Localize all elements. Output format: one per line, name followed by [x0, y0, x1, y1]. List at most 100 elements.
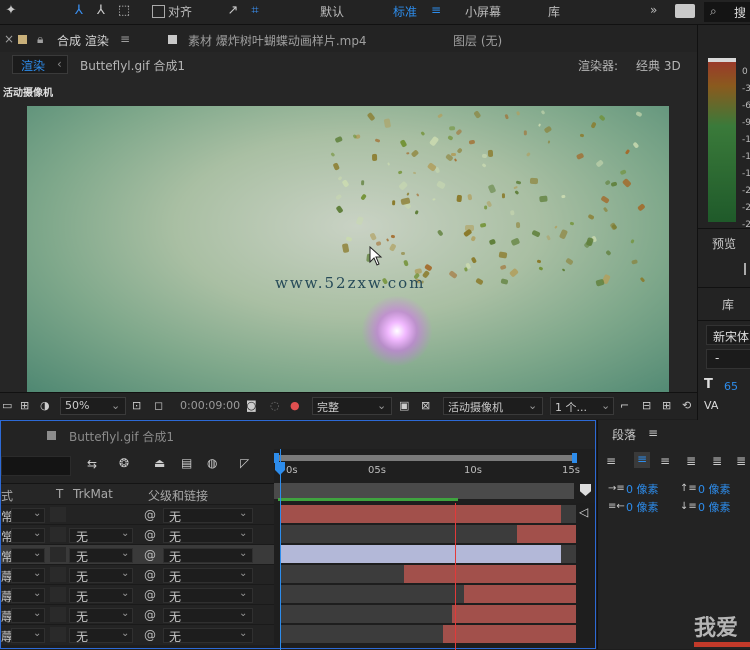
breadcrumb-active[interactable]: 渲染 ‹ — [12, 55, 68, 74]
preserve-transparency-toggle[interactable] — [50, 547, 66, 562]
monitor-icon[interactable]: ▭ — [2, 399, 12, 412]
comp-mini-flowchart-icon[interactable]: ⇆ — [87, 457, 97, 471]
panel-menu-icon[interactable]: ≡ — [648, 426, 658, 440]
layer-duration-bar[interactable] — [451, 605, 576, 623]
preserve-transparency-toggle[interactable] — [50, 587, 66, 602]
zoom-dropdown[interactable]: 50% ⌄ — [60, 397, 126, 415]
col-mode-header[interactable]: 式 — [1, 487, 13, 504]
indent-right-value[interactable]: 0 像素 — [626, 499, 659, 515]
reset-exposure-icon[interactable]: ⟲ — [682, 399, 691, 412]
preserve-transparency-toggle[interactable] — [50, 607, 66, 622]
graph-editor-icon[interactable]: ◸ — [240, 456, 249, 470]
roi-icon[interactable]: ▣ — [399, 399, 409, 412]
pickwhip-icon[interactable]: @ — [144, 508, 156, 522]
fast-previews-icon[interactable]: ⌐ — [620, 399, 629, 412]
renderer-value[interactable]: 经典 3D — [636, 57, 681, 74]
col-parent-header[interactable]: 父级和链接 — [148, 487, 208, 504]
more-workspaces-icon[interactable]: » — [650, 3, 657, 17]
pin-tool-icon[interactable]: ↗ — [224, 2, 242, 20]
pickwhip-icon[interactable]: @ — [144, 568, 156, 582]
layer-duration-bar[interactable] — [463, 585, 576, 603]
crop-icon[interactable]: ◻ — [154, 399, 163, 412]
views-dropdown[interactable]: 1 个... ⌄ — [550, 397, 614, 415]
layer-duration-bar[interactable] — [280, 545, 562, 563]
search-field[interactable]: ⌕ 搜 — [704, 2, 750, 22]
work-area-track[interactable] — [274, 483, 574, 499]
play-control-icon[interactable] — [744, 263, 746, 275]
composition-viewer[interactable]: 活动摄像机 www.52zxw.com — [0, 76, 697, 392]
justify-center-icon[interactable]: ≣ — [712, 454, 722, 468]
tab-timeline-comp[interactable]: Butteflyl.gif 合成1 — [69, 428, 174, 445]
resolution-dropdown[interactable]: 完整 ⌄ — [312, 397, 392, 415]
work-area-end-handle[interactable] — [572, 453, 577, 463]
pickwhip-icon[interactable]: @ — [144, 588, 156, 602]
preserve-transparency-toggle[interactable] — [50, 527, 66, 542]
workspace-small-screen[interactable]: 小屏幕 — [465, 3, 501, 20]
space-before-value[interactable]: 0 像素 — [698, 481, 731, 497]
motion-blur-icon[interactable]: ◍ — [207, 456, 217, 470]
layer-row[interactable]: 常 ⌄ 无 ⌄ @ 无 ⌄ — [1, 544, 274, 565]
justify-right-icon[interactable]: ≣ — [736, 454, 746, 468]
layer-row[interactable]: 蓐 ⌄ 无 ⌄ @ 无 ⌄ — [1, 584, 274, 605]
layer-row[interactable]: 蓐 ⌄ 无 ⌄ @ 无 ⌄ — [1, 624, 274, 645]
safe-area-icon[interactable]: ⊡ — [132, 399, 141, 412]
flowchart-icon[interactable]: ⊞ — [662, 399, 671, 412]
comp-marker-icon[interactable] — [580, 484, 591, 496]
keyframe-nav-icon[interactable]: ◁ — [579, 505, 593, 519]
region-icon[interactable]: ⊞ — [20, 399, 29, 412]
align-checkbox[interactable] — [152, 5, 165, 18]
pickwhip-icon[interactable]: @ — [144, 548, 156, 562]
layer-row[interactable]: 常 ⌄ @ 无 ⌄ — [1, 504, 274, 525]
channel-icon[interactable]: ● — [290, 399, 300, 412]
layer-duration-bar[interactable] — [404, 565, 576, 583]
current-time[interactable]: 0:00:09:00 — [180, 399, 240, 412]
workspace-menu-icon[interactable]: ≡ — [431, 3, 441, 17]
preserve-transparency-toggle[interactable] — [50, 507, 66, 522]
col-trkmat-header[interactable]: TrkMat — [73, 487, 113, 501]
justify-left-icon[interactable]: ≣ — [686, 454, 696, 468]
panel-menu-icon[interactable]: ≡ — [120, 32, 130, 46]
col-t-header[interactable]: T — [56, 487, 63, 501]
shy-layers-icon[interactable]: ⏏ — [154, 456, 165, 470]
composition-frame[interactable]: www.52zxw.com — [27, 106, 669, 392]
layer-duration-bar[interactable] — [516, 525, 576, 543]
snapshot-icon[interactable]: ◙ — [246, 399, 257, 412]
pickwhip-icon[interactable]: @ — [144, 608, 156, 622]
breadcrumb-other[interactable]: Butteflyl.gif 合成1 — [80, 57, 185, 74]
layer-row[interactable]: 常 ⌄ 无 ⌄ @ 无 ⌄ — [1, 524, 274, 545]
font-style-dropdown[interactable]: - — [706, 349, 750, 369]
font-family-dropdown[interactable]: 新宋体 — [706, 325, 750, 345]
timeline-search-field[interactable] — [1, 456, 71, 476]
tab-preview[interactable]: 预览 — [712, 235, 736, 252]
draft-3d-icon[interactable]: ❂ — [119, 456, 129, 470]
pickwhip-icon[interactable]: @ — [144, 528, 156, 542]
pan-behind-tool-icon[interactable]: ⬚ — [115, 2, 133, 20]
workspace-standard[interactable]: 标准 — [393, 3, 417, 20]
camera-dropdown[interactable]: 活动摄像机 ⌄ — [443, 397, 543, 415]
selection-tool-icon[interactable]: ✦ — [2, 2, 20, 20]
pickwhip-icon[interactable]: @ — [144, 628, 156, 642]
timeline-toggle-icon[interactable]: ⊟ — [642, 399, 651, 412]
current-time-indicator[interactable] — [455, 503, 456, 650]
tab-composition[interactable]: 合成 渲染 — [57, 32, 109, 49]
align-left-icon[interactable]: ≡ — [606, 454, 616, 468]
workspace-default[interactable]: 默认 — [320, 3, 344, 20]
camera-track-tool-icon[interactable]: ⅄ — [92, 2, 110, 20]
snap-icon[interactable]: ⌗ — [246, 2, 264, 20]
paragraph-title[interactable]: 段落 — [612, 426, 636, 443]
work-area-bar[interactable] — [276, 455, 576, 461]
camera-orbit-tool-icon[interactable]: ⅄ — [70, 2, 88, 20]
layer-duration-bar[interactable] — [280, 505, 562, 523]
layer-row[interactable]: 蓐 ⌄ 无 ⌄ @ 无 ⌄ — [1, 564, 274, 585]
close-tab-icon[interactable]: × — [4, 32, 14, 46]
layer-row[interactable]: 蓐 ⌄ 无 ⌄ @ 无 ⌄ — [1, 604, 274, 625]
align-right-icon[interactable]: ≡ — [660, 454, 670, 468]
space-after-value[interactable]: 0 像素 — [698, 499, 731, 515]
preserve-transparency-toggle[interactable] — [50, 567, 66, 582]
mask-icon[interactable]: ◑ — [40, 399, 50, 412]
align-center-icon[interactable]: ≡ — [634, 452, 650, 468]
font-size-value[interactable]: 65 — [724, 380, 738, 393]
show-snapshot-icon[interactable]: ◌ — [270, 399, 280, 412]
tab-footage[interactable]: 素材 爆炸树叶蝴蝶动画样片.mp4 — [188, 32, 367, 49]
indent-left-value[interactable]: 0 像素 — [626, 481, 659, 497]
